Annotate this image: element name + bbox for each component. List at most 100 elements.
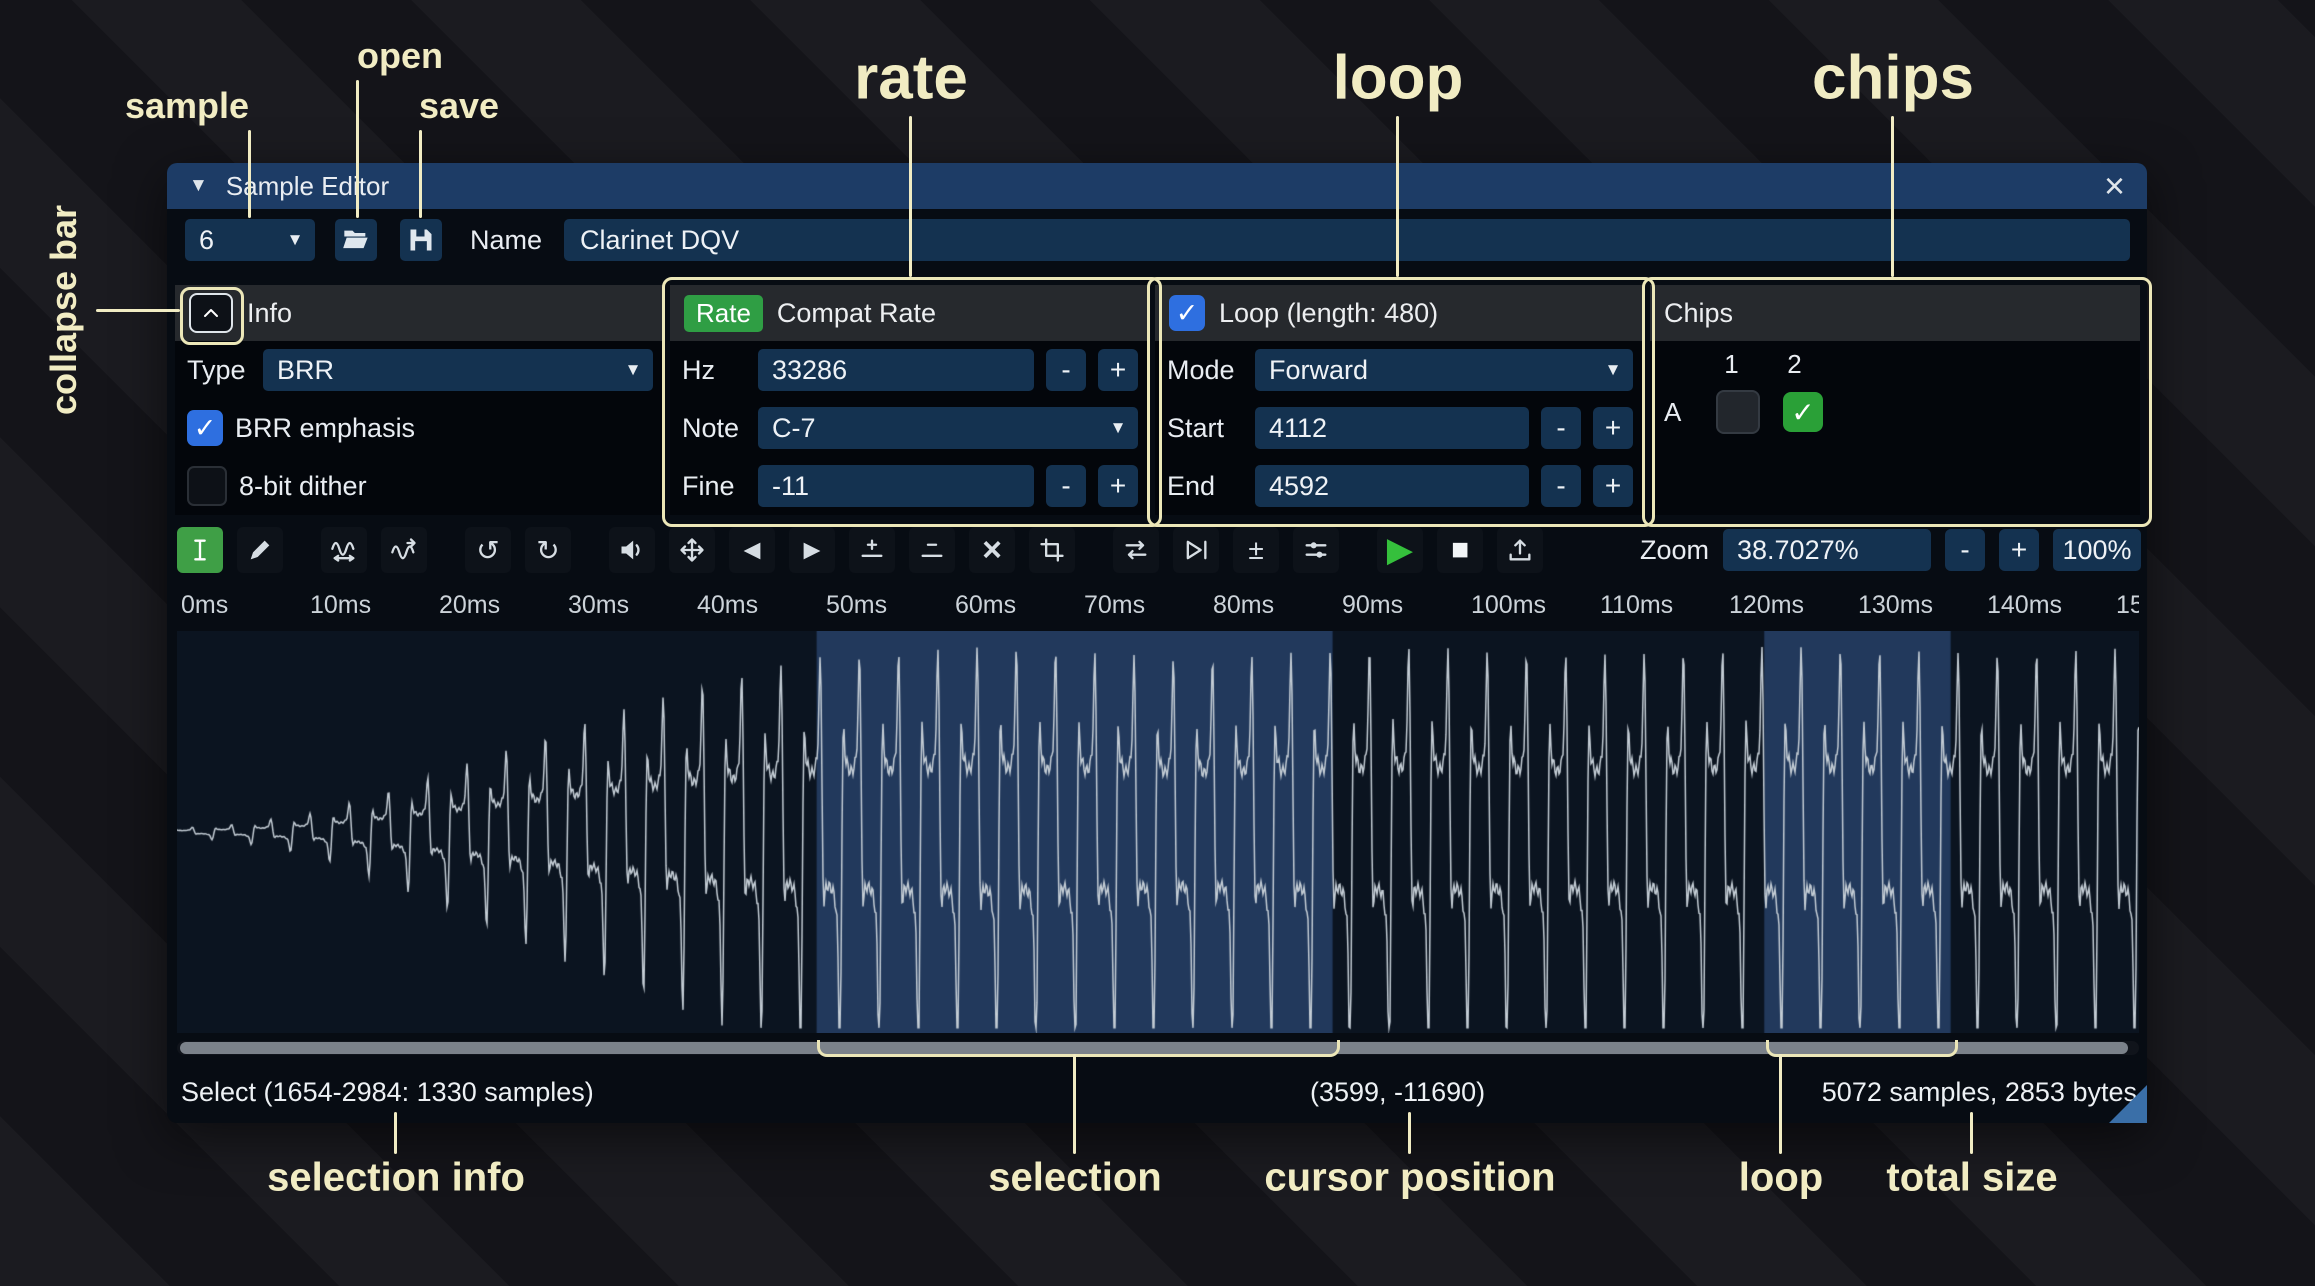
annotation-selection-line [1073, 1054, 1076, 1154]
total-size-text: 5072 samples, 2853 bytes [1822, 1077, 2137, 1108]
annotation-loop-label: loop [1333, 43, 1464, 114]
annotation-chips-box [1642, 277, 2152, 527]
annotation-chips-label: chips [1812, 43, 1974, 114]
annotation-loop-region-line [1779, 1054, 1782, 1154]
delete-button[interactable]: × [969, 527, 1015, 573]
invert-button[interactable] [1173, 527, 1219, 573]
zoom-out-button[interactable]: - [1945, 529, 1985, 571]
sample-toolbar: ↺ ↻ ◄ ► × [177, 523, 2141, 577]
annotation-total-size-line [1970, 1112, 1973, 1154]
normalize-button[interactable] [669, 527, 715, 573]
annotation-loop-region-label: loop [1739, 1156, 1823, 1201]
reverse-button[interactable] [1113, 527, 1159, 573]
ruler-tick-label: 20ms [439, 591, 500, 620]
save-button[interactable] [400, 219, 442, 261]
upload-icon [1506, 536, 1534, 564]
annotation-rate-box [662, 277, 1162, 527]
annotation-open-line [356, 80, 359, 218]
apply-silence-button[interactable] [909, 527, 955, 573]
annotation-collapse-button-box [180, 287, 244, 345]
arrows-cross-icon [678, 536, 706, 564]
annotation-save-label: save [419, 85, 499, 127]
ibeam-cursor-icon [186, 536, 214, 564]
resample-button[interactable] [381, 527, 427, 573]
draw-tool-button[interactable] [237, 527, 283, 573]
preview-stop-button[interactable]: ■ [1437, 527, 1483, 573]
ruler-tick-label: 110ms [1600, 591, 1673, 620]
ruler-tick-label: 100ms [1471, 591, 1546, 620]
annotation-collapse-bar-label: collapse bar [43, 205, 85, 415]
wave-arrow-icon [390, 536, 418, 564]
status-bar: Select (1654-2984: 1330 samples) (3599, … [167, 1069, 2147, 1113]
sample-controls-row: 6 ▼ Name Clarinet DQV [185, 219, 2130, 261]
open-button[interactable] [335, 219, 377, 261]
window-collapse-icon[interactable]: ▼ [189, 175, 208, 197]
annotation-selection-label: selection [988, 1156, 1161, 1201]
redo-button[interactable]: ↻ [525, 527, 571, 573]
trim-button[interactable] [1029, 527, 1075, 573]
sample-name-input[interactable]: Clarinet DQV [564, 219, 2130, 261]
annotation-loop-box [1147, 277, 1655, 527]
zoom-value-input[interactable]: 38.7027% [1723, 529, 1931, 571]
annotation-save-line [419, 130, 422, 218]
select-tool-button[interactable] [177, 527, 223, 573]
play-bar-icon [1182, 536, 1210, 564]
ruler-tick-label: 130ms [1858, 591, 1933, 620]
ruler-tick-label: 10ms [310, 591, 371, 620]
titlebar[interactable]: ▼ Sample Editor × [167, 163, 2147, 209]
signed-unsigned-button[interactable]: ± [1233, 527, 1279, 573]
annotation-rate-line [909, 116, 912, 277]
annotation-collapse-bar-line [96, 309, 180, 312]
insert-silence-button[interactable] [849, 527, 895, 573]
exchange-arrows-icon [1122, 536, 1150, 564]
delete-icon: × [982, 531, 1002, 570]
annotation-loop-region-bracket [1766, 1040, 1958, 1057]
time-ruler: 0ms 10ms 20ms 30ms 40ms 50ms 60ms 70ms 8… [177, 587, 2139, 625]
chevron-down-icon: ▼ [275, 230, 315, 250]
waveform-canvas[interactable] [177, 631, 2139, 1033]
crop-icon [1038, 536, 1066, 564]
upload-button[interactable] [1497, 527, 1543, 573]
waveform-view[interactable] [177, 631, 2139, 1033]
stop-icon: ■ [1451, 533, 1469, 567]
ruler-tick-label: 140ms [1987, 591, 2062, 620]
ruler-tick-label: 120ms [1729, 591, 1804, 620]
ruler-tick-label: 30ms [568, 591, 629, 620]
cursor-position-text: (3599, -11690) [1310, 1077, 1485, 1108]
brr-emphasis-checkbox[interactable]: ✓ [187, 410, 223, 446]
screenshot-root: ▼ Sample Editor × 6 ▼ Name Clarinet DQV [0, 0, 2315, 1286]
annotation-sample-label: sample [125, 85, 249, 127]
annotation-selection-bracket [817, 1040, 1340, 1057]
preview-play-button[interactable]: ▶ [1377, 527, 1423, 573]
info-panel: Info Type BRR ▼ ✓ BRR emphasis 8-bit dit… [175, 285, 665, 515]
filter-button[interactable] [1293, 527, 1339, 573]
close-icon[interactable]: × [2104, 168, 2125, 204]
type-value: BRR [263, 355, 613, 386]
ruler-tick-label: 150 [2116, 591, 2139, 620]
ruler-tick-label: 90ms [1342, 591, 1403, 620]
resize-button[interactable] [321, 527, 367, 573]
info-panel-title: Info [247, 298, 292, 329]
check-icon: ✓ [194, 413, 217, 444]
ruler-tick-label: 60ms [955, 591, 1016, 620]
triangle-right-icon: ► [798, 534, 826, 566]
annotation-rate-label: rate [854, 43, 968, 114]
ruler-tick-label: 0ms [181, 591, 228, 620]
sample-number: 6 [185, 225, 275, 256]
dither-checkbox[interactable] [187, 466, 227, 506]
fade-out-button[interactable]: ► [789, 527, 835, 573]
undo-button[interactable]: ↺ [465, 527, 511, 573]
zoom-reset-button[interactable]: 100% [2053, 529, 2141, 571]
amplify-button[interactable] [609, 527, 655, 573]
speaker-icon [618, 536, 646, 564]
zoom-in-button[interactable]: + [1999, 529, 2039, 571]
play-icon: ▶ [1387, 530, 1413, 570]
selection-info-text: Select (1654-2984: 1330 samples) [181, 1077, 594, 1108]
annotation-loop-line [1396, 116, 1399, 277]
annotation-cursor-position-label: cursor position [1264, 1156, 1555, 1201]
triangle-left-icon: ◄ [738, 534, 766, 566]
fade-in-button[interactable]: ◄ [729, 527, 775, 573]
sample-selector[interactable]: 6 ▼ [185, 219, 315, 261]
chevron-down-icon: ▼ [613, 360, 653, 380]
type-dropdown[interactable]: BRR ▼ [263, 349, 653, 391]
